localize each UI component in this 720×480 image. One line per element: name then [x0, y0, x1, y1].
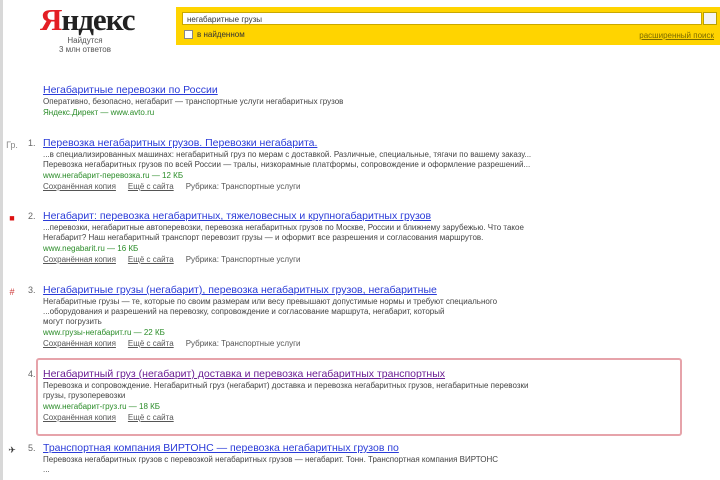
- result-url[interactable]: www.негабарит-перевозка.ru — 12 КБ: [43, 170, 683, 181]
- result-snippet: Негабарит? Наш негабаритный транспорт пе…: [43, 233, 484, 242]
- rubric-label[interactable]: Рубрика: Транспортные услуги: [186, 254, 301, 265]
- results-count: 3 млн ответов: [58, 45, 112, 54]
- result-number: 1.: [28, 138, 36, 148]
- result-snippet: Перевозка и сопровождение. Негабаритный …: [43, 381, 529, 390]
- result-url[interactable]: www.негабарит-груз.ru — 18 КБ: [43, 401, 683, 412]
- result-snippet: грузы, грузоперевозки: [43, 391, 126, 400]
- logo-first-letter: Я: [40, 2, 62, 37]
- result-snippet: могут погрузить: [43, 317, 102, 326]
- site-favicon-icon: Гр.: [6, 140, 18, 150]
- yandex-logo[interactable]: Яндекс Найдутся 3 млн ответов: [40, 2, 136, 55]
- rubric-label[interactable]: Рубрика: Транспортные услуги: [186, 181, 301, 192]
- result-meta: Сохранённая копия Ещё с сайта Рубрика: Т…: [43, 181, 683, 192]
- logo-subtitle: Найдутся: [67, 36, 103, 45]
- result-title[interactable]: Транспортная компания ВИРТОНС — перевозк…: [43, 442, 683, 455]
- result-url[interactable]: www.negabarit.ru — 16 КБ: [43, 243, 683, 254]
- search-input[interactable]: негабаритные грузы: [182, 12, 702, 25]
- result-snippet: ...оборудования и разрешений на перевозк…: [43, 307, 445, 316]
- result-title[interactable]: Негабаритный груз (негабарит) доставка и…: [43, 368, 683, 381]
- cached-copy-link[interactable]: Сохранённая копия: [43, 254, 116, 265]
- search-in-found-label: в найденном: [197, 30, 245, 39]
- more-from-site-link[interactable]: Ещё с сайта: [128, 181, 174, 192]
- result-number: 2.: [28, 211, 36, 221]
- result-number: 4.: [28, 369, 36, 379]
- site-favicon-icon: #: [9, 287, 15, 297]
- result-number: 3.: [28, 285, 36, 295]
- rubric-label[interactable]: Рубрика: Транспортные услуги: [186, 338, 301, 349]
- result-snippet: ...в специализированных машинах: негабар…: [43, 150, 532, 159]
- window-left-edge: [0, 0, 3, 480]
- cached-copy-link[interactable]: Сохранённая копия: [43, 181, 116, 192]
- ad-snippet: Оперативно, безопасно, негабарит — транс…: [43, 97, 344, 106]
- more-from-site-link[interactable]: Ещё с сайта: [128, 412, 174, 423]
- result-title[interactable]: Негабаритные грузы (негабарит), перевозк…: [43, 284, 683, 297]
- ad-url[interactable]: Яндекс.Директ — www.avto.ru: [43, 107, 683, 118]
- result-number: 5.: [28, 443, 36, 453]
- result-meta: Сохранённая копия Ещё с сайта Рубрика: Т…: [43, 254, 683, 265]
- result-snippet: ...: [43, 465, 50, 474]
- cached-copy-link[interactable]: Сохранённая копия: [43, 338, 116, 349]
- result-snippet: Негабаритные грузы — те, которые по свои…: [43, 297, 498, 306]
- result-snippet: Перевозка негабаритных грузов с перевозк…: [43, 455, 499, 464]
- result-title[interactable]: Перевозка негабаритных грузов. Перевозки…: [43, 137, 683, 150]
- header: Яндекс Найдутся 3 млн ответов негабаритн…: [0, 0, 720, 60]
- cached-copy-link[interactable]: Сохранённая копия: [43, 412, 116, 423]
- search-button[interactable]: [703, 12, 717, 25]
- result-meta: Сохранённая копия Ещё с сайта: [43, 412, 683, 423]
- site-favicon-icon: ■: [9, 213, 15, 223]
- site-favicon-icon: ✈: [8, 445, 16, 455]
- logo-rest: ндекс: [61, 2, 135, 37]
- result-url[interactable]: www.грузы-негабарит.ru — 22 КБ: [43, 327, 683, 338]
- more-from-site-link[interactable]: Ещё с сайта: [128, 338, 174, 349]
- result-snippet: ...перевозки, негабаритные автоперевозки…: [43, 223, 524, 232]
- search-in-found[interactable]: в найденном: [184, 30, 245, 39]
- search-in-found-checkbox[interactable]: [184, 30, 193, 39]
- advanced-search-link[interactable]: расширенный поиск: [639, 31, 714, 40]
- result-snippet: Перевозка негабаритных грузов по всей Ро…: [43, 160, 531, 169]
- search-panel: негабаритные грузы в найденном расширенн…: [176, 7, 720, 45]
- ad-title[interactable]: Негабаритные перевозки по России: [43, 84, 683, 97]
- result-meta: Сохранённая копия Ещё с сайта Рубрика: Т…: [43, 338, 683, 349]
- more-from-site-link[interactable]: Ещё с сайта: [128, 254, 174, 265]
- result-title[interactable]: Негабарит: перевозка негабаритных, тяжел…: [43, 210, 683, 223]
